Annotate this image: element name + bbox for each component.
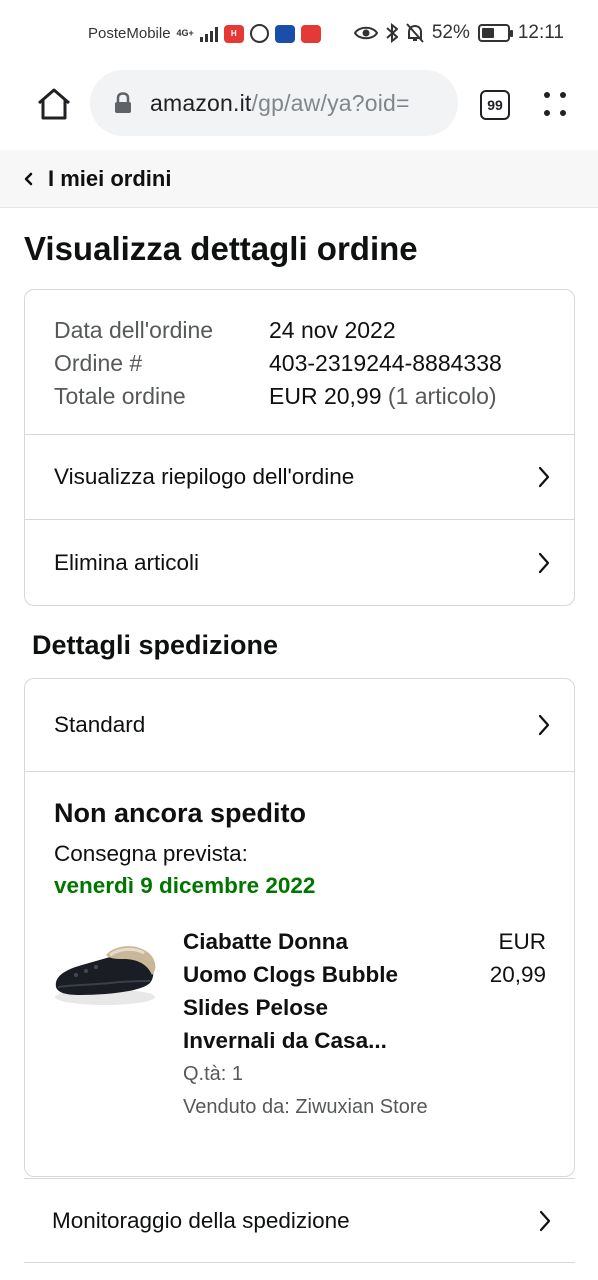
item-quantity: Q.tà: 1 bbox=[183, 1063, 244, 1085]
status-bar-right: 52% 12:11 bbox=[353, 22, 564, 44]
order-date-label: Data dell'ordine bbox=[54, 317, 214, 343]
battery-percent: 52% bbox=[431, 22, 470, 43]
order-number-label: Ordine # bbox=[54, 350, 143, 376]
order-item[interactable]: Ciabatte Donna Uomo Clogs Bubble Slides … bbox=[54, 925, 546, 1125]
aliexpress-icon bbox=[300, 24, 321, 43]
chevron-right-icon bbox=[538, 552, 550, 573]
shipping-method-link[interactable]: Standard bbox=[25, 679, 574, 772]
url-text: amazon.it/gp/aw/ya?oid= bbox=[150, 90, 410, 117]
shipping-card: Standard Non ancora spedito Consegna pre… bbox=[24, 678, 575, 1177]
order-number-value: 403-2319244-8884338 bbox=[269, 350, 502, 376]
product-image[interactable] bbox=[50, 935, 160, 1015]
order-total-row: Totale ordine EUR 20,99 (1 articolo) bbox=[54, 380, 574, 413]
view-order-summary-link[interactable]: Visualizza riepilogo dell'ordine bbox=[25, 435, 574, 520]
whatsapp-icon bbox=[249, 24, 269, 43]
shipment-details: Non ancora spedito Consegna prevista: ve… bbox=[25, 772, 574, 1125]
chevron-right-icon bbox=[538, 466, 550, 488]
item-title-line: Invernali da Casa... bbox=[183, 1028, 387, 1053]
order-total-label: Totale ordine bbox=[54, 383, 186, 409]
delivery-date: venerdì 9 dicembre 2022 bbox=[54, 873, 316, 898]
tab-switcher-button[interactable]: 99 bbox=[480, 90, 510, 120]
shipping-method-label: Standard bbox=[54, 712, 146, 737]
order-total-items: (1 articolo) bbox=[387, 383, 497, 409]
shipment-status: Non ancora spedito bbox=[54, 798, 307, 828]
status-bar: PosteMobile 4G+ H 52% 12:11 bbox=[0, 0, 598, 70]
address-bar[interactable]: amazon.it/gp/aw/ya?oid= bbox=[90, 70, 458, 136]
url-path: /gp/aw/ya?oid= bbox=[251, 89, 410, 116]
item-title-line: Ciabatte Donna bbox=[183, 929, 349, 954]
item-price-value: 20,99 bbox=[489, 962, 546, 987]
breadcrumb-label: I miei ordini bbox=[48, 165, 172, 191]
page-title: Visualizza dettagli ordine bbox=[24, 230, 418, 267]
item-price-currency: EUR bbox=[498, 929, 546, 954]
order-total-amount: EUR 20,99 bbox=[269, 383, 382, 409]
eye-icon bbox=[353, 26, 378, 40]
network-type: 4G+ bbox=[176, 28, 194, 38]
more-options-button[interactable] bbox=[540, 88, 570, 122]
delivery-label: Consegna prevista: bbox=[54, 841, 248, 866]
item-info: Ciabatte Donna Uomo Clogs Bubble Slides … bbox=[183, 925, 443, 1119]
remove-items-link[interactable]: Elimina articoli bbox=[25, 520, 574, 605]
browser-toolbar: amazon.it/gp/aw/ya?oid= 99 bbox=[0, 70, 598, 150]
mute-icon bbox=[406, 23, 424, 43]
breadcrumb[interactable]: I miei ordini bbox=[0, 150, 598, 208]
order-total-value: EUR 20,99 (1 articolo) bbox=[269, 380, 497, 413]
carrier-name: PosteMobile bbox=[88, 25, 171, 42]
battery-icon bbox=[477, 24, 513, 42]
item-price: EUR 20,99 bbox=[456, 925, 546, 991]
order-number-row: Ordine # 403-2319244-8884338 bbox=[54, 347, 574, 380]
order-date-value: 24 nov 2022 bbox=[269, 317, 396, 343]
item-title[interactable]: Ciabatte Donna Uomo Clogs Bubble Slides … bbox=[183, 925, 443, 1057]
huawei-app-icon: H bbox=[223, 24, 244, 43]
chevron-left-icon bbox=[24, 172, 33, 185]
signal-icon bbox=[199, 26, 218, 42]
clock: 12:11 bbox=[517, 22, 564, 43]
lock-icon bbox=[115, 92, 131, 113]
chevron-right-icon bbox=[538, 714, 550, 736]
app-icon bbox=[274, 24, 295, 43]
bluetooth-icon bbox=[386, 23, 398, 43]
url-host: amazon.it bbox=[150, 89, 252, 116]
shipping-section-title: Dettagli spedizione bbox=[32, 630, 279, 660]
status-bar-left: PosteMobile 4G+ H bbox=[88, 24, 321, 43]
track-shipment-link[interactable]: Monitoraggio della spedizione bbox=[24, 1178, 575, 1263]
item-seller: Venduto da: Ziwuxian Store bbox=[183, 1096, 428, 1118]
order-date-row: Data dell'ordine 24 nov 2022 bbox=[54, 314, 574, 347]
view-order-summary-label: Visualizza riepilogo dell'ordine bbox=[54, 464, 355, 489]
chevron-right-icon bbox=[539, 1210, 551, 1231]
home-icon bbox=[38, 88, 70, 120]
track-shipment-label: Monitoraggio della spedizione bbox=[52, 1207, 350, 1233]
order-summary: Data dell'ordine 24 nov 2022 Ordine # 40… bbox=[25, 290, 574, 435]
item-title-line: Slides Pelose bbox=[183, 995, 329, 1020]
item-title-line: Uomo Clogs Bubble bbox=[183, 962, 398, 987]
order-card: Data dell'ordine 24 nov 2022 Ordine # 40… bbox=[24, 289, 575, 606]
remove-items-label: Elimina articoli bbox=[54, 549, 200, 575]
home-button[interactable] bbox=[34, 84, 74, 124]
